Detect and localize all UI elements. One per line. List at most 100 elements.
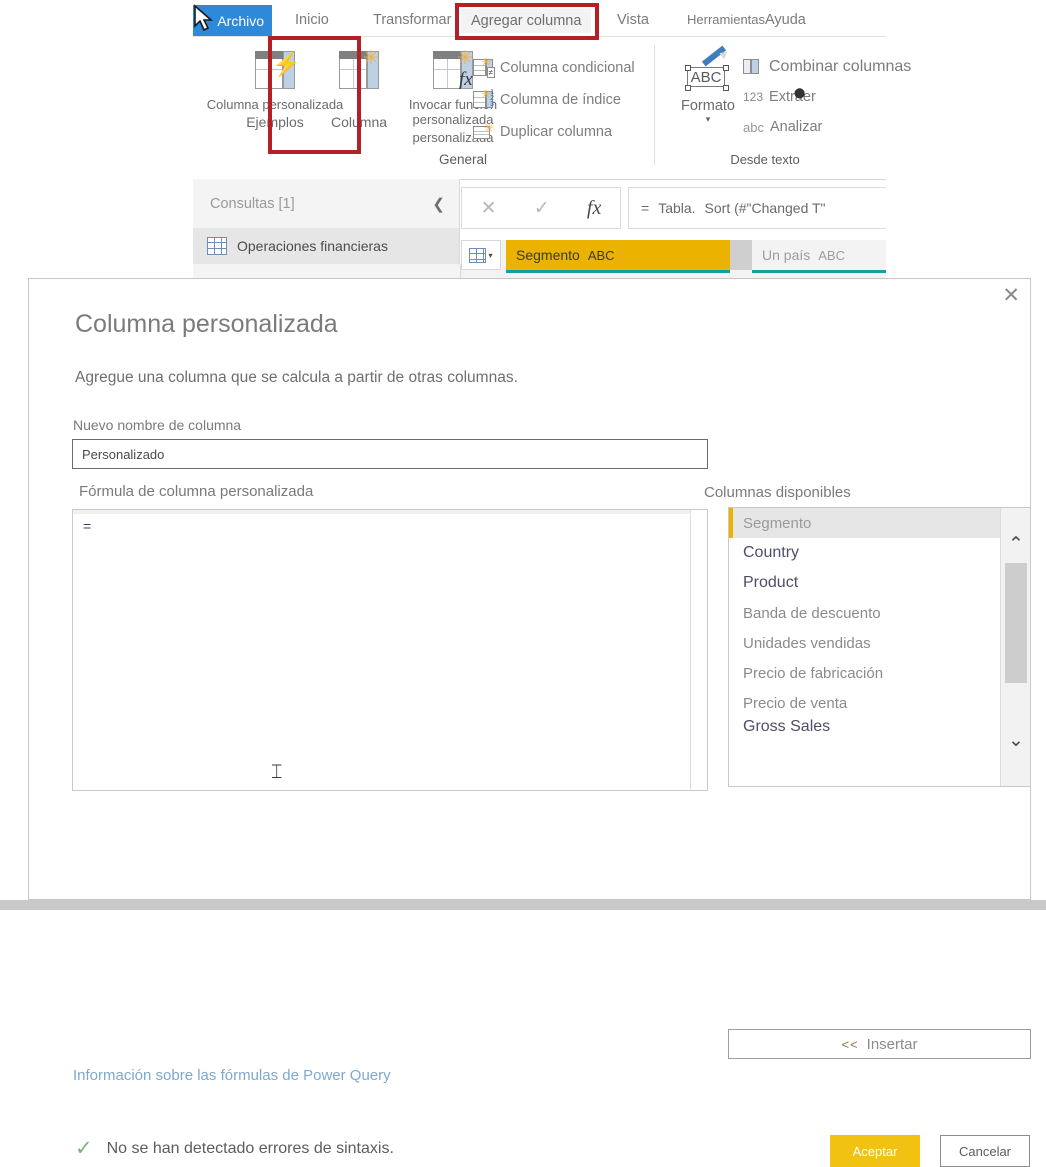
item-combine-columns[interactable]: Combinar columnas	[743, 57, 911, 77]
chevron-up-icon[interactable]: ⌃	[1001, 530, 1030, 558]
tab-transformar[interactable]: Transformar	[373, 12, 451, 28]
check-icon[interactable]: ✓	[534, 197, 550, 220]
grid-underline-2	[752, 270, 886, 273]
formula-input[interactable]: = Tabla. Sort (#"Changed T"	[628, 187, 886, 229]
chevron-left-icon[interactable]: ❮	[432, 195, 445, 213]
item-analyze[interactable]: abc Analizar	[743, 119, 822, 135]
syntax-status-text: No se han detectado errores de sintaxis.	[106, 1139, 394, 1157]
list-item[interactable]: Precio de fabricación	[729, 658, 1030, 688]
formula-editor-text: =	[83, 518, 92, 534]
cancel-button[interactable]: Cancelar	[940, 1135, 1030, 1167]
item-duplicate-column[interactable]: ✳ Duplicar columna	[473, 121, 612, 142]
item-conditional-column[interactable]: ✳ ≠ Columna condicional	[473, 55, 635, 78]
query-list-item[interactable]: Operaciones financieras	[193, 228, 460, 264]
insert-button-label: Insertar	[866, 1035, 918, 1053]
available-columns-label: Columnas disponibles	[704, 484, 851, 501]
item-index-column[interactable]: ✳ 1 2 3 Columna de índice	[473, 87, 621, 110]
ribbon-group-desde-texto-label: Desde texto	[730, 152, 800, 167]
highlight-box-agregar-columna	[455, 3, 599, 40]
new-column-name-label: Nuevo nombre de columna	[73, 417, 242, 433]
grid-corner-button[interactable]: ▾	[461, 240, 501, 270]
grid-table-icon	[469, 247, 487, 263]
conditional-column-icon: ✳ ≠	[473, 55, 495, 78]
duplicate-column-icon: ✳	[473, 121, 494, 142]
queries-pane-body	[193, 264, 461, 278]
syntax-status: ✓ No se han detectado errores de sintaxi…	[75, 1138, 394, 1159]
invoke-function-icon: ✳ fx	[433, 49, 473, 91]
formula-equals: =	[641, 200, 650, 216]
column-name: Unidades vendidas	[743, 634, 871, 652]
grid-column-header-segmento[interactable]: Segmento ABC	[506, 240, 730, 270]
tab-transformar-label: Transformar	[373, 12, 452, 28]
column-name: Segmento	[743, 514, 812, 532]
list-item[interactable]: Gross Sales	[729, 718, 1030, 732]
ribbon-group-general: ⚡ Columna personalizada Ejemplos ✳ Colum…	[193, 37, 655, 179]
list-item[interactable]: Unidades vendidas	[729, 628, 1030, 658]
formula-value-part2: Sort (#"Changed T"	[704, 200, 826, 216]
table-icon	[207, 237, 227, 255]
formula-editor-topbar	[73, 510, 707, 514]
close-icon[interactable]: ✕	[1002, 285, 1020, 306]
chevron-down-icon[interactable]: ⌄	[1001, 726, 1030, 754]
bottom-background	[0, 910, 1046, 924]
list-item[interactable]: Segmento	[729, 508, 1030, 538]
insert-chevrons-icon: <<	[841, 1036, 859, 1052]
format-chevron-down-icon[interactable]: ▾	[665, 114, 751, 125]
tab-herramientas[interactable]: Herramientas	[687, 12, 765, 27]
formula-value-part1: Tabla.	[658, 200, 696, 216]
tab-vista[interactable]: Vista	[617, 12, 649, 28]
pointer-dot-icon: ⬤	[794, 88, 806, 99]
column-name: Gross Sales	[743, 718, 831, 732]
list-item[interactable]: Banda de descuento	[729, 598, 1030, 628]
cancel-icon[interactable]: ✕	[481, 197, 497, 220]
tab-ayuda[interactable]: Ayuda	[765, 12, 806, 28]
ribbon-group-general-label: General	[438, 152, 488, 167]
insert-button[interactable]: << Insertar	[728, 1029, 1031, 1059]
chevron-down-icon: ▾	[488, 250, 493, 260]
item-extract-label: Extraer	[769, 89, 816, 105]
custom-column-formula-editor[interactable]: =	[72, 509, 708, 791]
check-icon: ✓	[75, 1137, 93, 1160]
grid-col-1-label: Segmento	[516, 247, 580, 263]
list-item[interactable]: Precio de venta	[729, 688, 1030, 718]
text-cursor-ibeam-icon: ⌶	[271, 762, 283, 783]
list-item[interactable]: Country	[729, 538, 1030, 568]
dialog-title: Columna personalizada	[75, 310, 338, 338]
fx-icon[interactable]: fx	[587, 197, 601, 220]
list-item[interactable]: Product	[729, 568, 1030, 598]
item-extract-prefix: 123	[743, 90, 764, 104]
btn-format[interactable]: ABC Formato ▾	[665, 45, 751, 125]
queries-pane-title: Consultas [1]	[210, 195, 295, 212]
column-name: Product	[743, 574, 799, 591]
item-conditional-column-label: Columna condicional	[500, 59, 635, 76]
custom-column-formula-label: Fórmula de columna personalizada	[79, 483, 314, 500]
accept-button[interactable]: Aceptar	[830, 1135, 920, 1167]
power-query-help-link[interactable]: Información sobre las fórmulas de Power …	[73, 1067, 391, 1084]
bottom-divider	[0, 900, 1046, 910]
custom-column-dialog: ✕ Columna personalizada Agregue una colu…	[28, 278, 1031, 1167]
grid-underline-1	[506, 270, 730, 273]
scrollbar-thumb[interactable]	[1005, 563, 1027, 683]
index-column-icon: ✳ 1 2 3	[473, 87, 494, 110]
queries-pane-header: Consultas [1] ❮	[193, 179, 460, 228]
dialog-subtitle: Agregue una columna que se calcula a par…	[75, 369, 518, 386]
mouse-cursor-icon	[194, 4, 214, 32]
grid-column-header-pais[interactable]: Un país ABC	[752, 240, 886, 270]
column-name: Country	[743, 544, 800, 561]
grid-column-resizer[interactable]	[730, 240, 752, 270]
tab-inicio-label: Inicio	[295, 12, 329, 28]
available-columns-list[interactable]: Segmento Country Product Banda de descue…	[728, 507, 1031, 787]
tab-ayuda-label: Ayuda	[765, 12, 806, 28]
grid-col-2-label: Un país	[762, 247, 811, 263]
query-list-item-label: Operaciones financieras	[237, 238, 388, 254]
tab-vista-label: Vista	[617, 12, 649, 28]
item-index-column-label: Columna de índice	[500, 91, 621, 108]
format-abc-text: ABC	[687, 67, 725, 87]
column-name: Precio de venta	[743, 694, 848, 712]
tab-inicio[interactable]: Inicio	[295, 12, 329, 28]
formula-bar: ✕ ✓ fx = Tabla. Sort (#"Changed T"	[461, 187, 886, 229]
formula-editor-scrollbar[interactable]	[690, 510, 707, 790]
ribbon-group-desde-texto: ABC Formato ▾ Combinar columnas 123 Extr…	[655, 37, 911, 179]
new-column-name-input[interactable]	[72, 439, 708, 469]
available-columns-scrollbar[interactable]: ⌃ ⌄	[1000, 508, 1030, 786]
